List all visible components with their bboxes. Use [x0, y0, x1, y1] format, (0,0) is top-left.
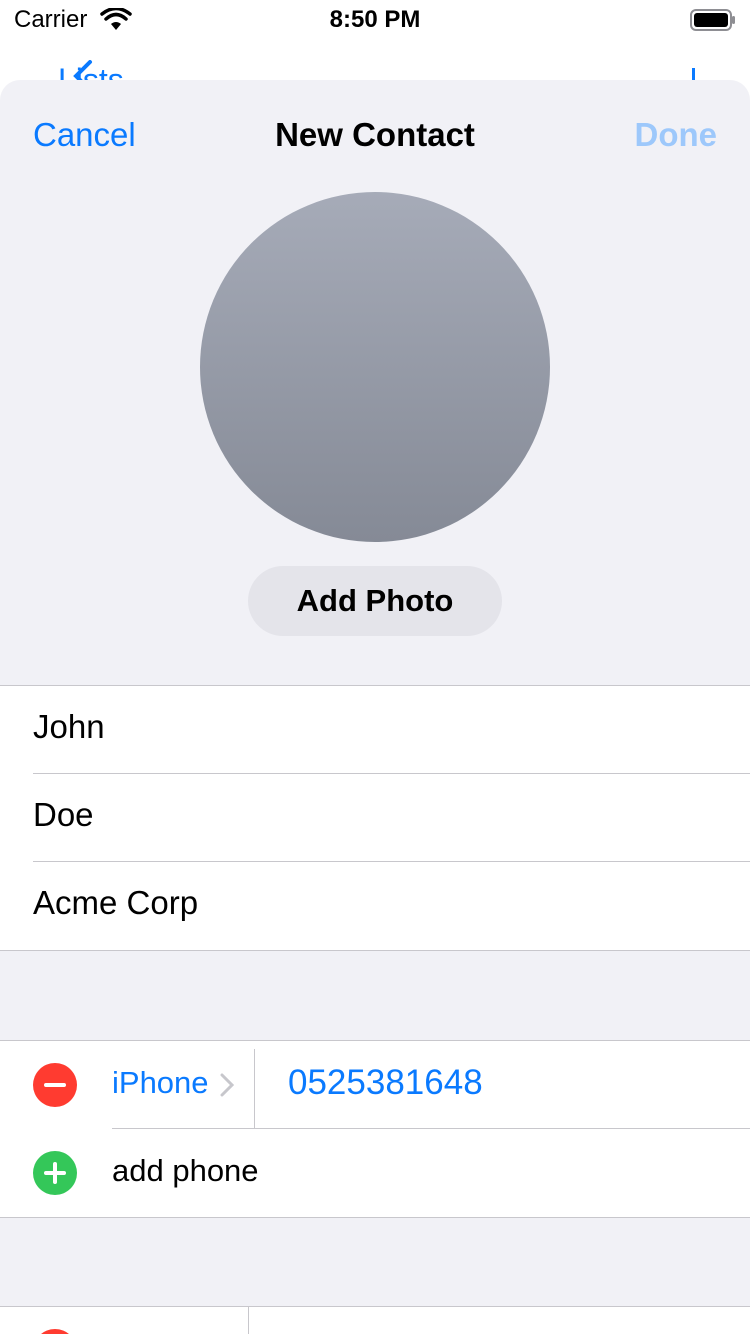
vertical-divider [254, 1049, 255, 1129]
avatar-placeholder[interactable] [200, 192, 550, 542]
add-phone-button[interactable] [33, 1151, 77, 1195]
phone-type-label[interactable]: iPhone [112, 1065, 209, 1101]
vertical-divider [248, 1307, 249, 1334]
done-button[interactable]: Done [635, 116, 718, 154]
add-phone-row[interactable]: add phone [0, 1129, 750, 1217]
last-name-field[interactable]: Doe [33, 796, 94, 834]
phone-fields-group: iPhone 0525381648 add phone [0, 1040, 750, 1218]
phone-row: iPhone 0525381648 [0, 1041, 750, 1129]
delete-phone-button[interactable] [33, 1063, 77, 1107]
add-photo-button[interactable]: Add Photo [248, 566, 502, 636]
screen: Carrier 8:50 PM Lists Cancel New Contact… [0, 0, 750, 1334]
add-phone-label[interactable]: add phone [112, 1153, 259, 1189]
first-name-field[interactable]: John [33, 708, 105, 746]
new-contact-sheet: Cancel New Contact Done Add Photo John D… [0, 80, 750, 1334]
delete-field-button[interactable] [33, 1329, 77, 1334]
company-field[interactable]: Acme Corp [33, 884, 198, 922]
battery-icon [690, 9, 735, 31]
next-fields-group [0, 1306, 750, 1334]
status-time: 8:50 PM [329, 6, 421, 33]
chevron-right-icon[interactable] [220, 1073, 234, 1097]
phone-number-field[interactable]: 0525381648 [288, 1063, 483, 1103]
first-name-row[interactable]: John [0, 686, 750, 774]
company-row[interactable]: Acme Corp [0, 862, 750, 950]
minus-icon [44, 1083, 66, 1087]
status-bar: Carrier 8:50 PM [0, 0, 750, 40]
name-fields-group: John Doe Acme Corp [0, 685, 750, 951]
last-name-row[interactable]: Doe [0, 774, 750, 862]
